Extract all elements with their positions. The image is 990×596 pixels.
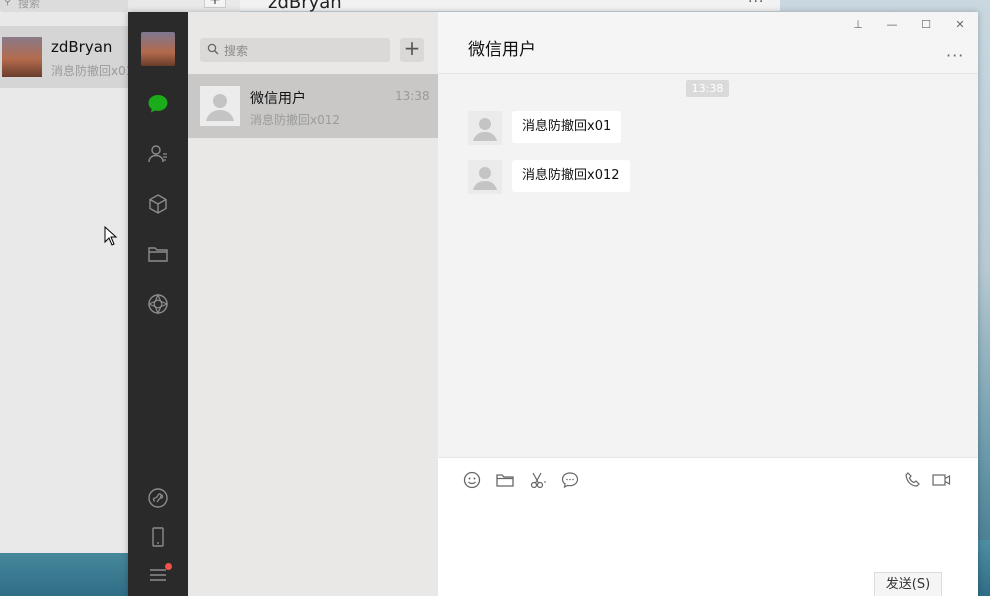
chat-pane: 微信用户 ⊥ — ☐ ✕ ··· 13:38 消息防撤回x01 消息防撤回x01…	[438, 12, 978, 596]
send-button[interactable]: 发送(S)	[874, 572, 942, 596]
mini-program-icon[interactable]	[146, 486, 170, 510]
sender-avatar-icon[interactable]	[468, 160, 502, 194]
contacts-icon[interactable]	[146, 142, 170, 166]
phone-icon[interactable]	[146, 525, 170, 549]
wechat-window: 搜索 + 微信用户 13:38 消息防撤回x012 微信用户 ⊥ — ☐ ✕ ·…	[128, 12, 978, 596]
moments-icon[interactable]	[146, 292, 170, 316]
background-chat-preview: 消息防撤回x01	[51, 64, 134, 78]
more-options-icon[interactable]: ···	[946, 46, 964, 65]
files-icon[interactable]	[146, 242, 170, 266]
chat-icon[interactable]	[146, 92, 170, 116]
close-button[interactable]: ✕	[953, 18, 967, 31]
search-input[interactable]: 搜索	[200, 38, 390, 62]
background-search-input[interactable]: ⚲ 搜索	[0, 0, 128, 12]
background-search-placeholder: 搜索	[18, 0, 40, 10]
message-bubble[interactable]: 消息防撤回x012	[512, 160, 630, 192]
sender-avatar-icon[interactable]	[468, 111, 502, 145]
maximize-button[interactable]: ☐	[919, 18, 933, 31]
background-chat-name: zdBryan	[51, 38, 113, 56]
screenshot-scissors-icon[interactable]	[528, 470, 548, 490]
voice-call-icon[interactable]	[903, 470, 923, 490]
folder-icon[interactable]	[495, 470, 515, 490]
favorites-icon[interactable]	[146, 192, 170, 216]
chat-item-preview: 消息防撤回x012	[250, 113, 341, 127]
background-chat-avatar	[2, 37, 42, 77]
minimize-button[interactable]: —	[885, 18, 899, 31]
chat-header: 微信用户 ⊥ — ☐ ✕ ···	[438, 12, 978, 74]
background-window-title: zdBryan	[268, 0, 342, 13]
message-bubble[interactable]: 消息防撤回x01	[512, 111, 622, 143]
chat-item-name: 微信用户	[250, 91, 306, 107]
message-composer[interactable]: 发送(S)	[438, 457, 978, 596]
chat-history-icon[interactable]	[560, 470, 580, 490]
user-avatar[interactable]	[141, 32, 175, 66]
emoji-icon[interactable]	[462, 470, 482, 490]
search-icon: ⚲	[4, 0, 12, 7]
sidebar	[128, 12, 188, 596]
chat-item-time: 13:38	[395, 89, 430, 103]
search-icon	[207, 43, 219, 55]
chat-list-pane: 搜索 + 微信用户 13:38 消息防撤回x012	[188, 12, 438, 596]
add-chat-button[interactable]: +	[400, 38, 424, 62]
pin-icon[interactable]: ⊥	[851, 18, 865, 31]
chat-list-item[interactable]: 微信用户 13:38 消息防撤回x012	[188, 74, 438, 138]
mouse-cursor-icon	[104, 226, 118, 246]
background-more-icon[interactable]: ···	[748, 0, 764, 10]
notification-badge	[165, 563, 172, 570]
background-add-button[interactable]: +	[204, 0, 226, 8]
chat-title: 微信用户	[468, 40, 536, 60]
video-call-icon[interactable]	[931, 470, 951, 490]
message-timestamp: 13:38	[686, 80, 729, 97]
default-avatar-icon	[200, 86, 240, 126]
search-placeholder: 搜索	[224, 44, 249, 58]
